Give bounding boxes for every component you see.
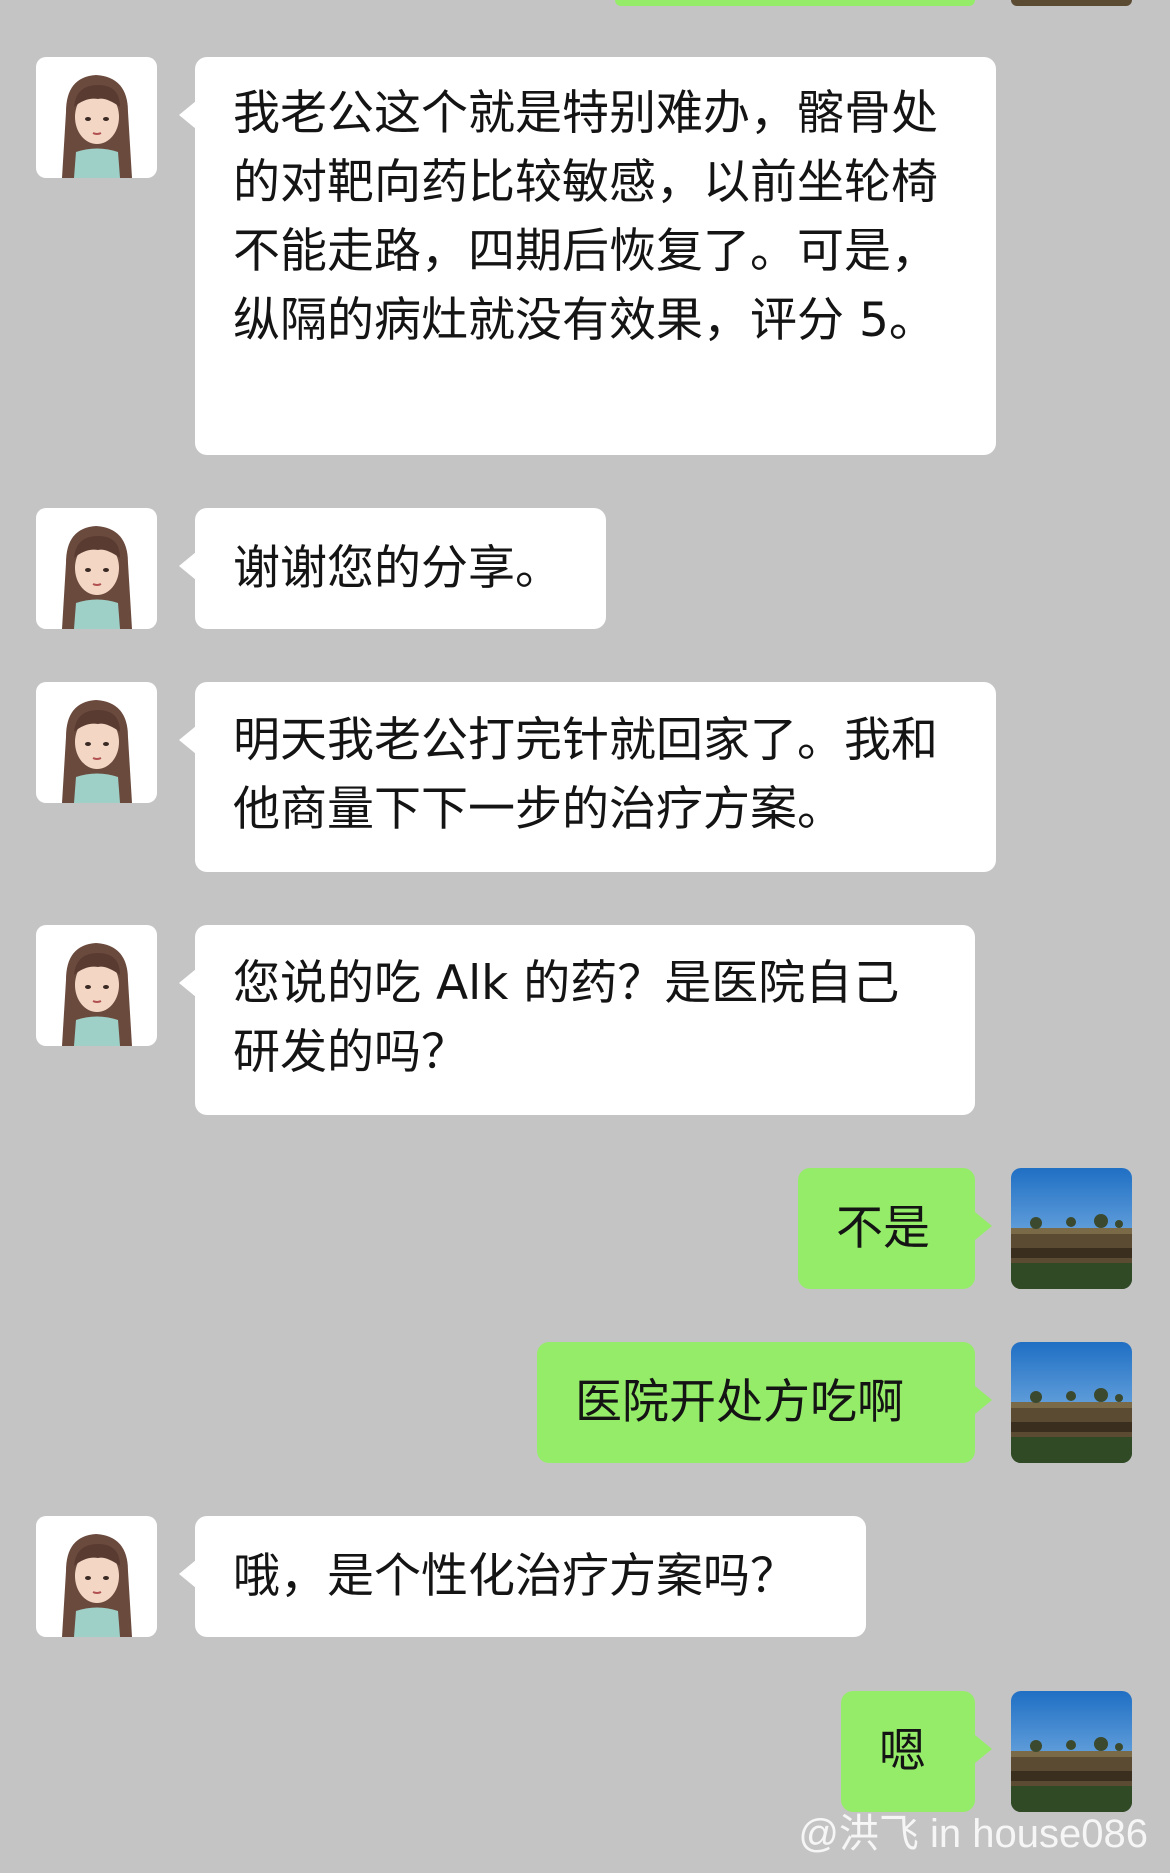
girl-avatar-icon (36, 57, 157, 178)
bubble-tail (179, 1560, 196, 1588)
bubble-tail (975, 1735, 992, 1763)
message-bubble[interactable]: 哦，是个性化治疗方案吗？ (195, 1516, 866, 1637)
previous-message-edge (615, 0, 975, 6)
contact-avatar[interactable] (36, 682, 157, 803)
contact-avatar[interactable] (36, 925, 157, 1046)
landscape-avatar-icon (1011, 1691, 1132, 1812)
my-avatar[interactable] (1011, 1691, 1132, 1812)
girl-avatar-icon (36, 1516, 157, 1637)
message-bubble[interactable]: 嗯 (841, 1691, 975, 1812)
message-text: 您说的吃 Alk 的药？是医院自己研发的吗？ (233, 956, 900, 1080)
contact-avatar[interactable] (36, 508, 157, 629)
message-bubble[interactable]: 您说的吃 Alk 的药？是医院自己研发的吗？ (195, 925, 975, 1115)
message-text: 明天我老公打完针就回家了。我和他商量下下一步的治疗方案。 (233, 713, 938, 837)
previous-avatar-edge (1011, 0, 1132, 6)
bubble-tail (179, 552, 196, 580)
bubble-tail (179, 969, 196, 997)
message-text: 我老公这个就是特别难办，髂骨处的对靶向药比较敏感，以前坐轮椅不能走路，四期后恢复… (233, 86, 938, 348)
contact-avatar[interactable] (36, 1516, 157, 1637)
my-avatar[interactable] (1011, 1168, 1132, 1289)
my-avatar[interactable] (1011, 1342, 1132, 1463)
watermark: @洪飞 in house086 (798, 1812, 1148, 1856)
bubble-tail (179, 726, 196, 754)
bubble-tail (975, 1386, 992, 1414)
landscape-avatar-icon (1011, 1342, 1132, 1463)
girl-avatar-icon (36, 682, 157, 803)
message-bubble[interactable]: 明天我老公打完针就回家了。我和他商量下下一步的治疗方案。 (195, 682, 996, 872)
bubble-tail (179, 101, 196, 129)
girl-avatar-icon (36, 508, 157, 629)
message-text: 不是 (836, 1201, 930, 1256)
message-bubble[interactable]: 我老公这个就是特别难办，髂骨处的对靶向药比较敏感，以前坐轮椅不能走路，四期后恢复… (195, 57, 996, 455)
message-text: 嗯 (879, 1724, 926, 1779)
contact-avatar[interactable] (36, 57, 157, 178)
bubble-tail (975, 1212, 992, 1240)
message-text: 哦，是个性化治疗方案吗？ (233, 1549, 797, 1604)
message-bubble[interactable]: 医院开处方吃啊 (537, 1342, 975, 1463)
message-text: 谢谢您的分享。 (233, 541, 562, 596)
message-bubble[interactable]: 谢谢您的分享。 (195, 508, 606, 629)
message-bubble[interactable]: 不是 (798, 1168, 975, 1289)
message-text: 医院开处方吃啊 (575, 1375, 904, 1430)
landscape-avatar-icon (1011, 1168, 1132, 1289)
chat-area[interactable]: 我老公这个就是特别难办，髂骨处的对靶向药比较敏感，以前坐轮椅不能走路，四期后恢复… (0, 0, 1170, 1873)
girl-avatar-icon (36, 925, 157, 1046)
